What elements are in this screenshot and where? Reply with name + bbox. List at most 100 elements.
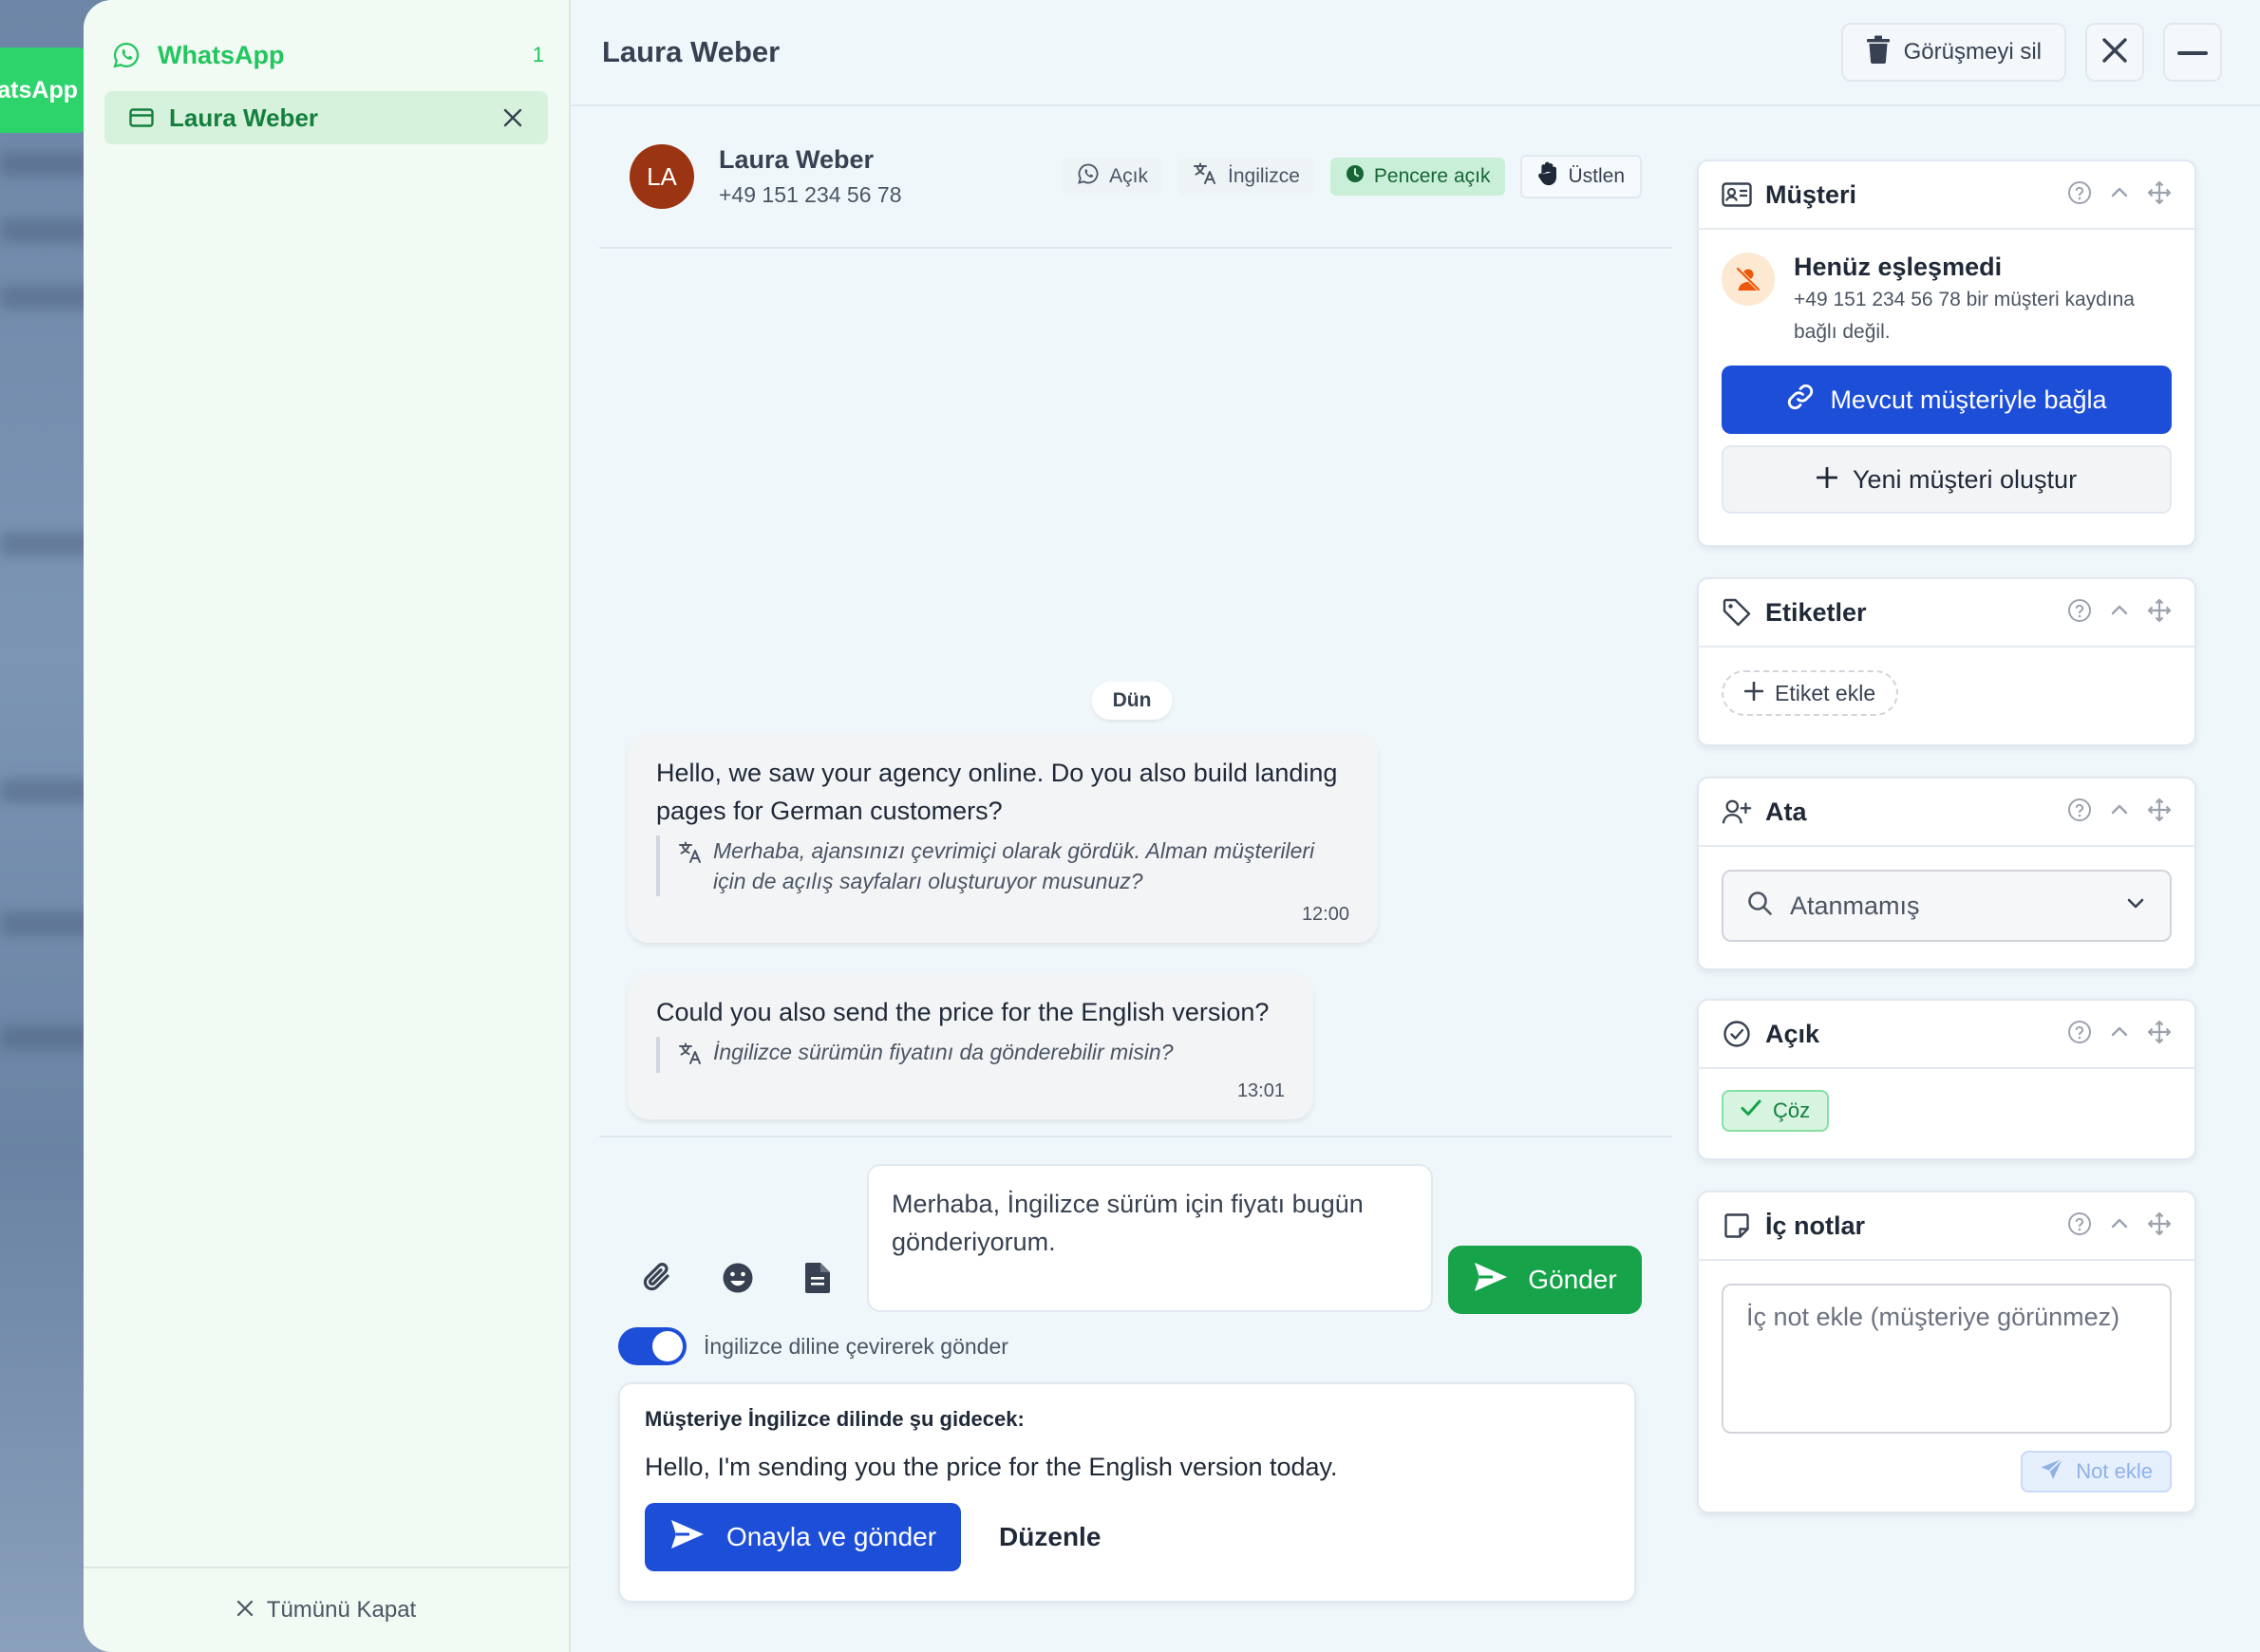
emoji-icon[interactable]: [717, 1257, 759, 1299]
translation-preview: Müşteriye İngilizce dilinde şu gidecek: …: [618, 1382, 1636, 1603]
panel-tools: [2067, 798, 2172, 827]
preview-title: Müşteriye İngilizce dilinde şu gidecek:: [645, 1407, 1025, 1431]
close-button[interactable]: [2085, 23, 2144, 82]
unmatched-notice: Henüz eşleşmedi +49 151 234 56 78 bir mü…: [1722, 253, 2172, 348]
contact-info: Laura Weber +49 151 234 56 78: [719, 145, 902, 208]
resolve-button[interactable]: Çöz: [1722, 1090, 1830, 1132]
chevron-up-icon[interactable]: [2107, 798, 2132, 827]
internal-note-input[interactable]: İç not ekle (müşteriye görünmez): [1722, 1284, 2172, 1434]
background-blur: [0, 1025, 95, 1050]
channel-header-whatsapp[interactable]: WhatsApp 1: [84, 27, 569, 84]
panel-body: Etiket ekle: [1699, 648, 2194, 739]
message-translation-text: Merhaba, ajansınızı çevrimiçi olarak gör…: [713, 838, 1315, 893]
whatsapp-icon: [1077, 162, 1100, 191]
message-bubble: Hello, we saw your agency online. Do you…: [628, 733, 1378, 943]
checkmark-icon: [1741, 1098, 1761, 1123]
sidebar-item-conversation[interactable]: Laura Weber: [104, 91, 548, 144]
background-blur: [0, 218, 95, 243]
unmatched-title: Henüz eşleşmedi: [1794, 253, 2003, 281]
assignee-value: Atanmamış: [1790, 891, 1920, 920]
channel-label: WhatsApp: [158, 40, 285, 69]
translate-toggle-label: İngilizce diline çevirerek gönder: [704, 1333, 1008, 1359]
attachment-icon[interactable]: [637, 1257, 679, 1299]
drag-move-icon[interactable]: [2147, 180, 2172, 210]
panel-header: Müşteri: [1699, 161, 2194, 230]
panel-title: İç notlar: [1765, 1211, 1866, 1240]
help-icon[interactable]: [2067, 180, 2092, 210]
add-note-button[interactable]: Not ekle: [2021, 1451, 2172, 1492]
note-actions: Not ekle: [1722, 1451, 2172, 1492]
takeover-button[interactable]: Üstlen: [1520, 155, 1642, 198]
message-time: 13:01: [1236, 1080, 1285, 1101]
panel-title: Müşteri: [1765, 179, 1857, 209]
panel-tools: [2067, 180, 2172, 210]
send-button[interactable]: Gönder: [1448, 1246, 1642, 1314]
sidebar-item-label: Laura Weber: [169, 103, 319, 132]
note-icon: [1722, 1211, 1752, 1241]
trash-icon: [1866, 35, 1891, 70]
conversation-main: Laura Weber Görüşmeyi sil LA Laura Weber…: [571, 0, 2260, 1652]
minimize-button[interactable]: [2163, 23, 2222, 82]
link-existing-customer-button[interactable]: Mevcut müşteriyle bağla: [1722, 366, 2172, 434]
assignee-select[interactable]: Atanmamış: [1722, 870, 2172, 942]
customer-panel: Müşteri Henüz eşleşmedi +49 151 234 56 7…: [1697, 160, 2196, 547]
help-icon[interactable]: [2067, 798, 2092, 827]
chevron-up-icon[interactable]: [2107, 1020, 2132, 1049]
drag-move-icon[interactable]: [2147, 598, 2172, 628]
help-icon[interactable]: [2067, 1020, 2092, 1049]
composer-tools: [637, 1257, 838, 1299]
template-document-icon[interactable]: [797, 1257, 838, 1299]
plus-icon: [1816, 465, 1838, 495]
chevron-up-icon[interactable]: [2107, 598, 2132, 628]
translate-icon: [679, 835, 704, 896]
language-chip-label: İngilizce: [1228, 165, 1300, 187]
panel-tools: [2067, 598, 2172, 628]
send-icon: [1473, 1261, 1509, 1300]
panel-title: Etiketler: [1765, 597, 1867, 627]
panel-header: Açık: [1699, 1001, 2194, 1069]
background-blur: [0, 532, 95, 556]
plus-icon: [1743, 681, 1764, 706]
close-all-button[interactable]: Tümünü Kapat: [84, 1567, 569, 1652]
translate-toggle[interactable]: [618, 1327, 687, 1365]
panel-body: Atanmamış: [1699, 847, 2194, 965]
chevron-down-icon: [2124, 892, 2147, 921]
background-blur: [0, 285, 95, 310]
drag-move-icon[interactable]: [2147, 798, 2172, 827]
window-chip-label: Pencere açık: [1373, 165, 1491, 187]
create-customer-label: Yeni müşteri oluştur: [1852, 464, 2078, 494]
user-plus-icon: [1722, 797, 1752, 827]
create-customer-button[interactable]: Yeni müşteri oluştur: [1722, 445, 2172, 514]
add-tag-button[interactable]: Etiket ekle: [1722, 670, 1899, 716]
delete-conversation-button[interactable]: Görüşmeyi sil: [1840, 23, 2066, 82]
conversation-modal: WhatsApp 1 Laura Weber Tümünü Kapat Laur…: [84, 0, 2260, 1652]
send-label: Gönder: [1528, 1265, 1617, 1294]
background-blur: [0, 911, 95, 936]
edit-button[interactable]: Düzenle: [999, 1522, 1101, 1552]
help-icon[interactable]: [2067, 598, 2092, 628]
chevron-up-icon[interactable]: [2107, 1211, 2132, 1241]
message-input[interactable]: Merhaba, İngilizce sürüm için fiyatı bug…: [867, 1164, 1433, 1312]
close-icon: [236, 1597, 254, 1624]
panel-title: Açık: [1765, 1019, 1820, 1048]
drag-move-icon[interactable]: [2147, 1020, 2172, 1049]
window-open-chip: Pencere açık: [1329, 158, 1506, 196]
close-icon[interactable]: [502, 107, 523, 128]
page-title: Laura Weber: [602, 35, 781, 68]
background-whatsapp-tab[interactable]: atsApp: [0, 47, 87, 133]
close-all-label: Tümünü Kapat: [266, 1597, 417, 1623]
channel-count: 1: [532, 43, 544, 66]
help-icon[interactable]: [2067, 1211, 2092, 1241]
chevron-up-icon[interactable]: [2107, 180, 2132, 210]
panel-header: Ata: [1699, 779, 2194, 847]
send-icon: [669, 1518, 706, 1557]
contact-card-icon: [1722, 179, 1752, 210]
drag-move-icon[interactable]: [2147, 1211, 2172, 1241]
link-existing-customer-label: Mevcut müşteriyle bağla: [1830, 385, 2107, 414]
clock-icon: [1346, 164, 1365, 189]
approve-send-button[interactable]: Onayla ve gönder: [645, 1503, 962, 1571]
tags-panel: Etiketler Etiket ekle: [1697, 577, 2196, 746]
check-circle-icon: [1722, 1019, 1752, 1049]
panel-tools: [2067, 1020, 2172, 1049]
conversation-sidebar: WhatsApp 1 Laura Weber Tümünü Kapat: [84, 0, 571, 1652]
